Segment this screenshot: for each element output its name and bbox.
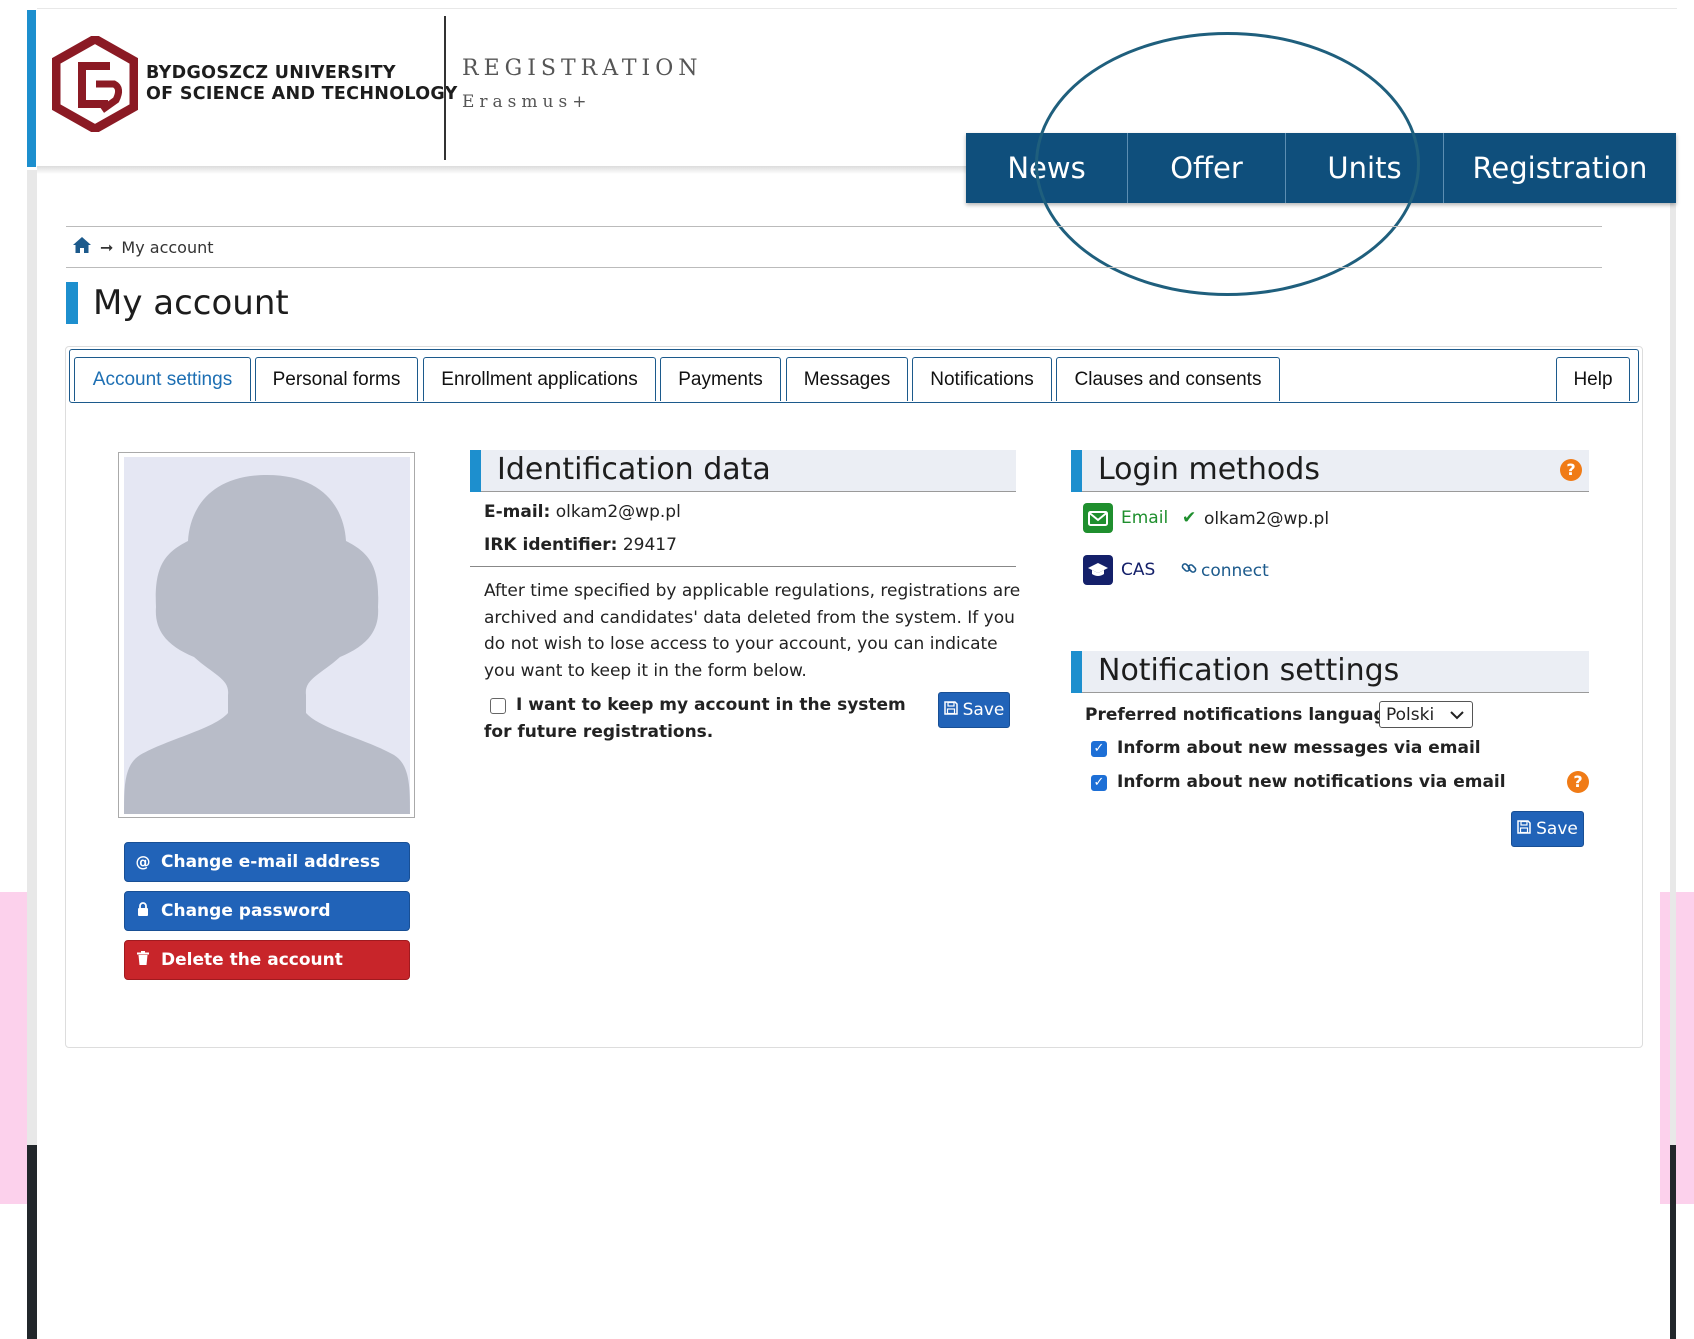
avatar-silhouette-icon <box>124 475 410 814</box>
breadcrumb-arrow-icon: ➞ <box>100 237 114 257</box>
registration-title: REGISTRATION <box>462 56 703 81</box>
tab-payments[interactable]: Payments <box>660 357 781 401</box>
archive-info-text: After time specified by applicable regul… <box>484 581 1021 681</box>
identification-save-button[interactable]: Save <box>938 692 1010 728</box>
notifications-help-icon[interactable]: ? <box>1567 771 1589 793</box>
nav-item-offer[interactable]: Offer <box>1128 133 1286 203</box>
email-value: olkam2@wp.pl <box>555 502 681 522</box>
envelope-icon <box>1083 503 1113 533</box>
university-name: BYDGOSZCZ UNIVERSITY OF SCIENCE AND TECH… <box>146 63 458 105</box>
verified-check-icon: ✔ <box>1182 508 1197 528</box>
nav-item-units[interactable]: Units <box>1286 133 1444 203</box>
avatar[interactable] <box>124 457 410 814</box>
page-title-accent <box>66 282 78 324</box>
email-row: E-mail: olkam2@wp.pl <box>484 502 681 522</box>
header-top-line <box>37 8 1677 9</box>
header-shadow <box>37 166 967 174</box>
notification-settings-save-label: Save <box>1536 819 1578 839</box>
language-select-value: Polski <box>1386 704 1435 725</box>
university-name-line2: OF SCIENCE AND TECHNOLOGY <box>146 84 458 104</box>
nav-item-news[interactable]: News <box>966 133 1128 203</box>
change-password-label: Change password <box>161 901 331 921</box>
nav-item-registration[interactable]: Registration <box>1444 133 1676 203</box>
tab-account-settings[interactable]: Account settings <box>74 357 251 401</box>
notifications-email-label: Inform about new notifications via email <box>1117 772 1506 792</box>
graduation-cap-icon <box>1083 555 1113 585</box>
tab-enrollment-applications[interactable]: Enrollment applications <box>423 357 656 401</box>
identification-section-title: Identification data <box>497 452 771 487</box>
header-accent-bar <box>27 10 36 167</box>
breadcrumb-bottom-border <box>66 267 1602 268</box>
change-password-button[interactable]: Change password <box>124 891 410 931</box>
language-select[interactable]: Polski <box>1379 701 1473 728</box>
dark-edge-right <box>1670 1145 1676 1339</box>
tab-help[interactable]: Help <box>1556 357 1630 401</box>
floppy-disk-icon <box>943 700 958 720</box>
identification-section-accent <box>470 450 481 492</box>
tab-notifications[interactable]: Notifications <box>912 357 1052 401</box>
delete-account-button[interactable]: Delete the account <box>124 940 410 980</box>
lock-icon <box>135 902 151 920</box>
cas-method-label: CAS <box>1121 560 1156 580</box>
page-border-left <box>27 170 37 1145</box>
identification-save-label: Save <box>962 700 1005 720</box>
change-email-label: Change e-mail address <box>161 852 381 872</box>
chevron-down-icon <box>1450 705 1464 725</box>
irk-value: 29417 <box>622 535 677 555</box>
messages-email-checkbox[interactable]: ✓ <box>1091 741 1107 757</box>
irk-label: IRK identifier: <box>484 535 618 555</box>
trash-icon <box>135 951 151 969</box>
language-label: Preferred notifications language: <box>1085 705 1404 725</box>
login-methods-section-title: Login methods <box>1098 452 1320 487</box>
breadcrumb: ➞ My account <box>72 236 214 258</box>
dark-edge-left <box>27 1145 37 1339</box>
email-label: E-mail: <box>484 502 551 522</box>
breadcrumb-top-border <box>66 226 1602 227</box>
university-name-line1: BYDGOSZCZ UNIVERSITY <box>146 63 396 83</box>
registration-subtitle: Erasmus+ <box>462 92 592 112</box>
tab-clauses-and-consents[interactable]: Clauses and consents <box>1056 357 1280 401</box>
login-methods-help-icon[interactable]: ? <box>1560 459 1582 481</box>
floppy-disk-icon <box>1517 819 1531 839</box>
notification-settings-save-button[interactable]: Save <box>1511 811 1584 847</box>
email-method-value: olkam2@wp.pl <box>1204 509 1330 529</box>
breadcrumb-current: My account <box>121 237 214 257</box>
keep-account-label: I want to keep my account in the system … <box>484 695 906 742</box>
background-decoration-right <box>1660 892 1694 1204</box>
header-divider <box>444 16 446 160</box>
messages-email-label: Inform about new messages via email <box>1117 738 1481 758</box>
change-email-button[interactable]: @ Change e-mail address <box>124 842 410 882</box>
university-logo-icon[interactable] <box>51 33 139 136</box>
background-decoration-left <box>0 892 30 1204</box>
page-title: My account <box>93 283 289 323</box>
cas-connect-label: connect <box>1201 560 1269 581</box>
identification-divider <box>470 566 1016 567</box>
tab-personal-forms[interactable]: Personal forms <box>255 357 418 401</box>
link-icon <box>1181 560 1197 581</box>
at-sign-icon: @ <box>135 853 151 871</box>
login-methods-section-accent <box>1071 450 1082 492</box>
delete-account-label: Delete the account <box>161 950 343 970</box>
email-method-label: Email <box>1121 508 1169 528</box>
home-icon[interactable] <box>72 236 92 258</box>
irk-row: IRK identifier: 29417 <box>484 535 677 555</box>
notification-settings-section-title: Notification settings <box>1098 653 1400 688</box>
tab-messages[interactable]: Messages <box>786 357 908 401</box>
notification-settings-section-accent <box>1071 651 1082 693</box>
notifications-email-checkbox[interactable]: ✓ <box>1091 775 1107 791</box>
cas-connect-link[interactable]: connect <box>1181 560 1269 581</box>
main-navigation: News Offer Units Registration <box>966 133 1676 203</box>
